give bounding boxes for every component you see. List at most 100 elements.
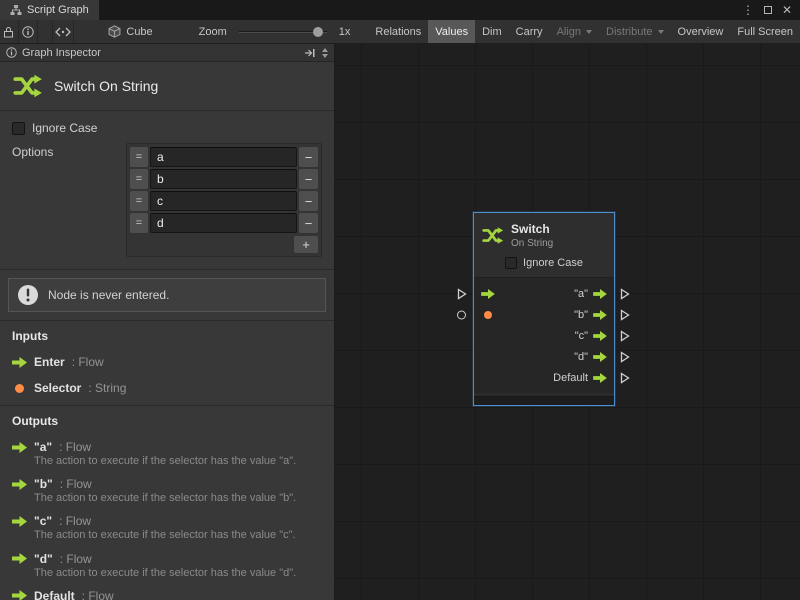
output-name: "a"	[34, 440, 52, 454]
spin-down-icon[interactable]	[322, 54, 328, 58]
cube-icon	[108, 25, 121, 38]
option-item: = −	[130, 147, 318, 167]
spin-up-icon[interactable]	[322, 48, 328, 52]
selector-value-port[interactable]	[457, 311, 466, 320]
outputs-section: Outputs "a" : Flow The action to execute…	[0, 406, 334, 600]
script-graph-window: Script Graph ⋮ ✕ Cube Zoom 1	[0, 0, 800, 600]
output-description: The action to execute if the selector ha…	[34, 567, 322, 580]
flow-port-icon	[12, 442, 27, 453]
drag-handle-icon[interactable]: =	[130, 191, 148, 211]
node-title: Switch	[511, 223, 553, 237]
option-item: = −	[130, 213, 318, 233]
flow-port-icon	[12, 479, 27, 490]
target-label: Cube	[126, 26, 152, 38]
tab-script-graph[interactable]: Script Graph	[0, 0, 99, 20]
output-port-default[interactable]	[620, 372, 630, 384]
remove-option-button[interactable]: −	[299, 169, 318, 189]
lock-button[interactable]	[0, 20, 19, 43]
dock-panel-icon[interactable]	[304, 48, 316, 58]
warning-text: Node is never entered.	[48, 288, 169, 302]
flow-port-outline-icon	[620, 351, 630, 363]
value-port-icon	[15, 384, 24, 393]
output-description: The action to execute if the selector ha…	[34, 492, 322, 505]
ignore-case-label: Ignore Case	[32, 121, 97, 135]
overview-button[interactable]: Overview	[671, 20, 731, 43]
drag-handle-icon[interactable]: =	[130, 147, 148, 167]
panel-spinner[interactable]	[322, 48, 328, 58]
flow-port-icon	[12, 553, 27, 564]
port-row-b: "b"	[474, 305, 614, 326]
node-ignore-case-checkbox[interactable]	[505, 257, 517, 269]
unit-title-section: Switch On String	[0, 62, 334, 111]
output-item-d: "d" : Flow The action to execute if the …	[12, 552, 322, 580]
port-row-d: "d"	[474, 347, 614, 368]
output-type: : Flow	[59, 514, 91, 528]
remove-option-button[interactable]: −	[299, 213, 318, 233]
ignore-case-checkbox[interactable]	[12, 122, 25, 135]
drag-handle-icon[interactable]: =	[130, 169, 148, 189]
zoom-label: Zoom	[195, 26, 231, 38]
flow-out-icon	[593, 373, 607, 383]
switch-on-string-node[interactable]: Switch On String Ignore Case	[473, 212, 615, 406]
zoom-slider[interactable]	[239, 20, 327, 44]
graph-icon	[10, 4, 22, 16]
output-port-a[interactable]	[620, 288, 630, 300]
zoom-slider-thumb[interactable]	[313, 27, 323, 37]
inspector-toggle-button[interactable]	[19, 20, 38, 43]
window-maximize-button[interactable]	[764, 6, 772, 14]
graph-target-selector[interactable]: Cube	[100, 20, 160, 43]
option-input-d[interactable]	[150, 213, 297, 233]
output-description: The action to execute if the selector ha…	[34, 455, 322, 468]
port-row-default: Default	[474, 368, 614, 389]
output-port-b[interactable]	[620, 309, 630, 321]
port-label: "c"	[575, 330, 588, 342]
port-label: "a"	[574, 288, 588, 300]
port-label: "b"	[574, 309, 588, 321]
node-footer	[474, 396, 614, 405]
graph-toolbar: Cube Zoom 1x Relations Values Dim Carry …	[0, 20, 800, 44]
window-close-button[interactable]: ✕	[782, 3, 792, 17]
node-ports: "a" "b"	[474, 277, 614, 393]
output-name: "b"	[34, 477, 53, 491]
port-row-a: "a"	[474, 284, 614, 305]
unit-title: Switch On String	[54, 78, 158, 94]
output-type: : Flow	[60, 552, 92, 566]
output-name: Default	[34, 589, 75, 600]
options-row: Options = − = − = −	[12, 143, 322, 257]
code-view-button[interactable]	[52, 20, 74, 43]
toolbar-right-buttons: Overview Full Screen	[671, 20, 800, 43]
dropdown-caret-icon	[658, 30, 664, 34]
relations-button[interactable]: Relations	[368, 20, 428, 43]
window-menu-button[interactable]: ⋮	[742, 3, 754, 17]
lock-icon	[3, 26, 14, 38]
full-screen-button[interactable]: Full Screen	[730, 20, 800, 43]
carry-button[interactable]: Carry	[509, 20, 550, 43]
graph-canvas[interactable]: Switch On String Ignore Case	[335, 44, 800, 600]
remove-option-button[interactable]: −	[299, 147, 318, 167]
output-port-d[interactable]	[620, 351, 630, 363]
output-item-c: "c" : Flow The action to execute if the …	[12, 514, 322, 542]
output-type: : Flow	[82, 589, 114, 600]
option-item: = −	[130, 191, 318, 211]
unit-settings-section: Ignore Case Options = − = −	[0, 111, 334, 270]
dim-button[interactable]: Dim	[475, 20, 509, 43]
option-input-c[interactable]	[150, 191, 297, 211]
remove-option-button[interactable]: −	[299, 191, 318, 211]
option-input-a[interactable]	[150, 147, 297, 167]
code-icon	[55, 27, 71, 37]
option-input-b[interactable]	[150, 169, 297, 189]
input-type: : String	[88, 381, 126, 395]
align-button[interactable]: Align	[550, 20, 599, 43]
add-option-row: +	[130, 236, 318, 253]
flow-out-icon	[593, 289, 607, 299]
output-port-c[interactable]	[620, 330, 630, 342]
flow-port-outline-icon	[620, 309, 630, 321]
input-name: Selector	[34, 381, 81, 395]
add-option-button[interactable]: +	[294, 236, 318, 253]
port-row-c: "c"	[474, 326, 614, 347]
switch-icon	[482, 226, 504, 245]
distribute-button[interactable]: Distribute	[599, 20, 670, 43]
values-button[interactable]: Values	[428, 20, 475, 43]
enter-flow-port[interactable]	[457, 288, 467, 300]
drag-handle-icon[interactable]: =	[130, 213, 148, 233]
